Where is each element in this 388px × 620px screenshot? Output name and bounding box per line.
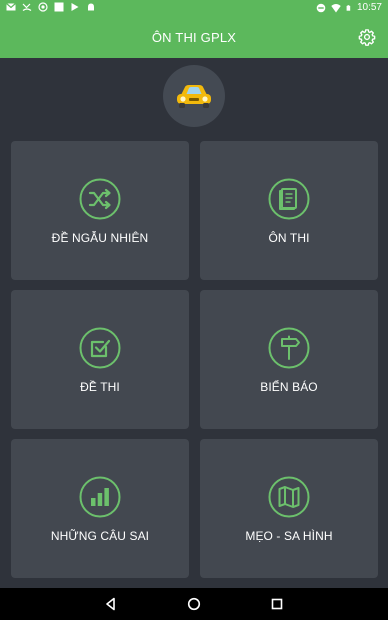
recents-icon[interactable] [269,596,285,612]
gmail-icon [6,3,16,11]
app-title: ÔN THI GPLX [151,30,237,45]
app-logo [163,65,225,127]
status-bar: 10:57 [0,0,388,16]
tile-label: ÔN THI [268,231,310,245]
tile-label: BIỂN BÁO [260,380,318,394]
app-bar: ÔN THI GPLX [0,16,388,58]
checkbox-icon [79,327,121,369]
gear-icon [358,29,376,46]
settings-button[interactable] [356,26,378,48]
home-icon[interactable] [186,596,202,612]
android-icon [88,3,94,11]
battery-icon [346,4,351,11]
do-not-disturb-icon [316,3,326,12]
tile-random-exam[interactable]: ĐỀ NGẪU NHIÊN [11,141,189,280]
signpost-icon [268,327,310,369]
missed-call-icon [22,3,32,11]
tile-review[interactable]: ÔN THI [200,141,378,280]
tile-road-signs[interactable]: BIỂN BÁO [200,290,378,429]
car-icon [177,85,211,108]
tile-exam[interactable]: ĐỀ THI [11,290,189,429]
bar-chart-icon [79,476,121,518]
map-icon [268,476,310,518]
tile-label: MẸO - SA HÌNH [245,529,333,543]
status-time: 10:57 [356,2,382,13]
play-store-icon [71,3,79,11]
tile-tips-driving-test[interactable]: MẸO - SA HÌNH [200,439,378,578]
back-icon[interactable] [103,596,119,612]
tile-label: ĐỀ THI [80,380,120,394]
status-left-icons [6,2,96,12]
tile-label: ĐỀ NGẪU NHIÊN [51,231,149,245]
status-right-icons: 10:57 [316,2,382,13]
image-icon [54,2,64,12]
tile-label: NHỮNG CÂU SAI [50,529,150,543]
tile-wrong-answers[interactable]: NHỮNG CÂU SAI [11,439,189,578]
sync-icon [38,2,48,12]
book-icon [268,178,310,220]
wifi-icon [331,3,341,12]
system-nav-bar [0,588,388,620]
shuffle-icon [79,178,121,220]
